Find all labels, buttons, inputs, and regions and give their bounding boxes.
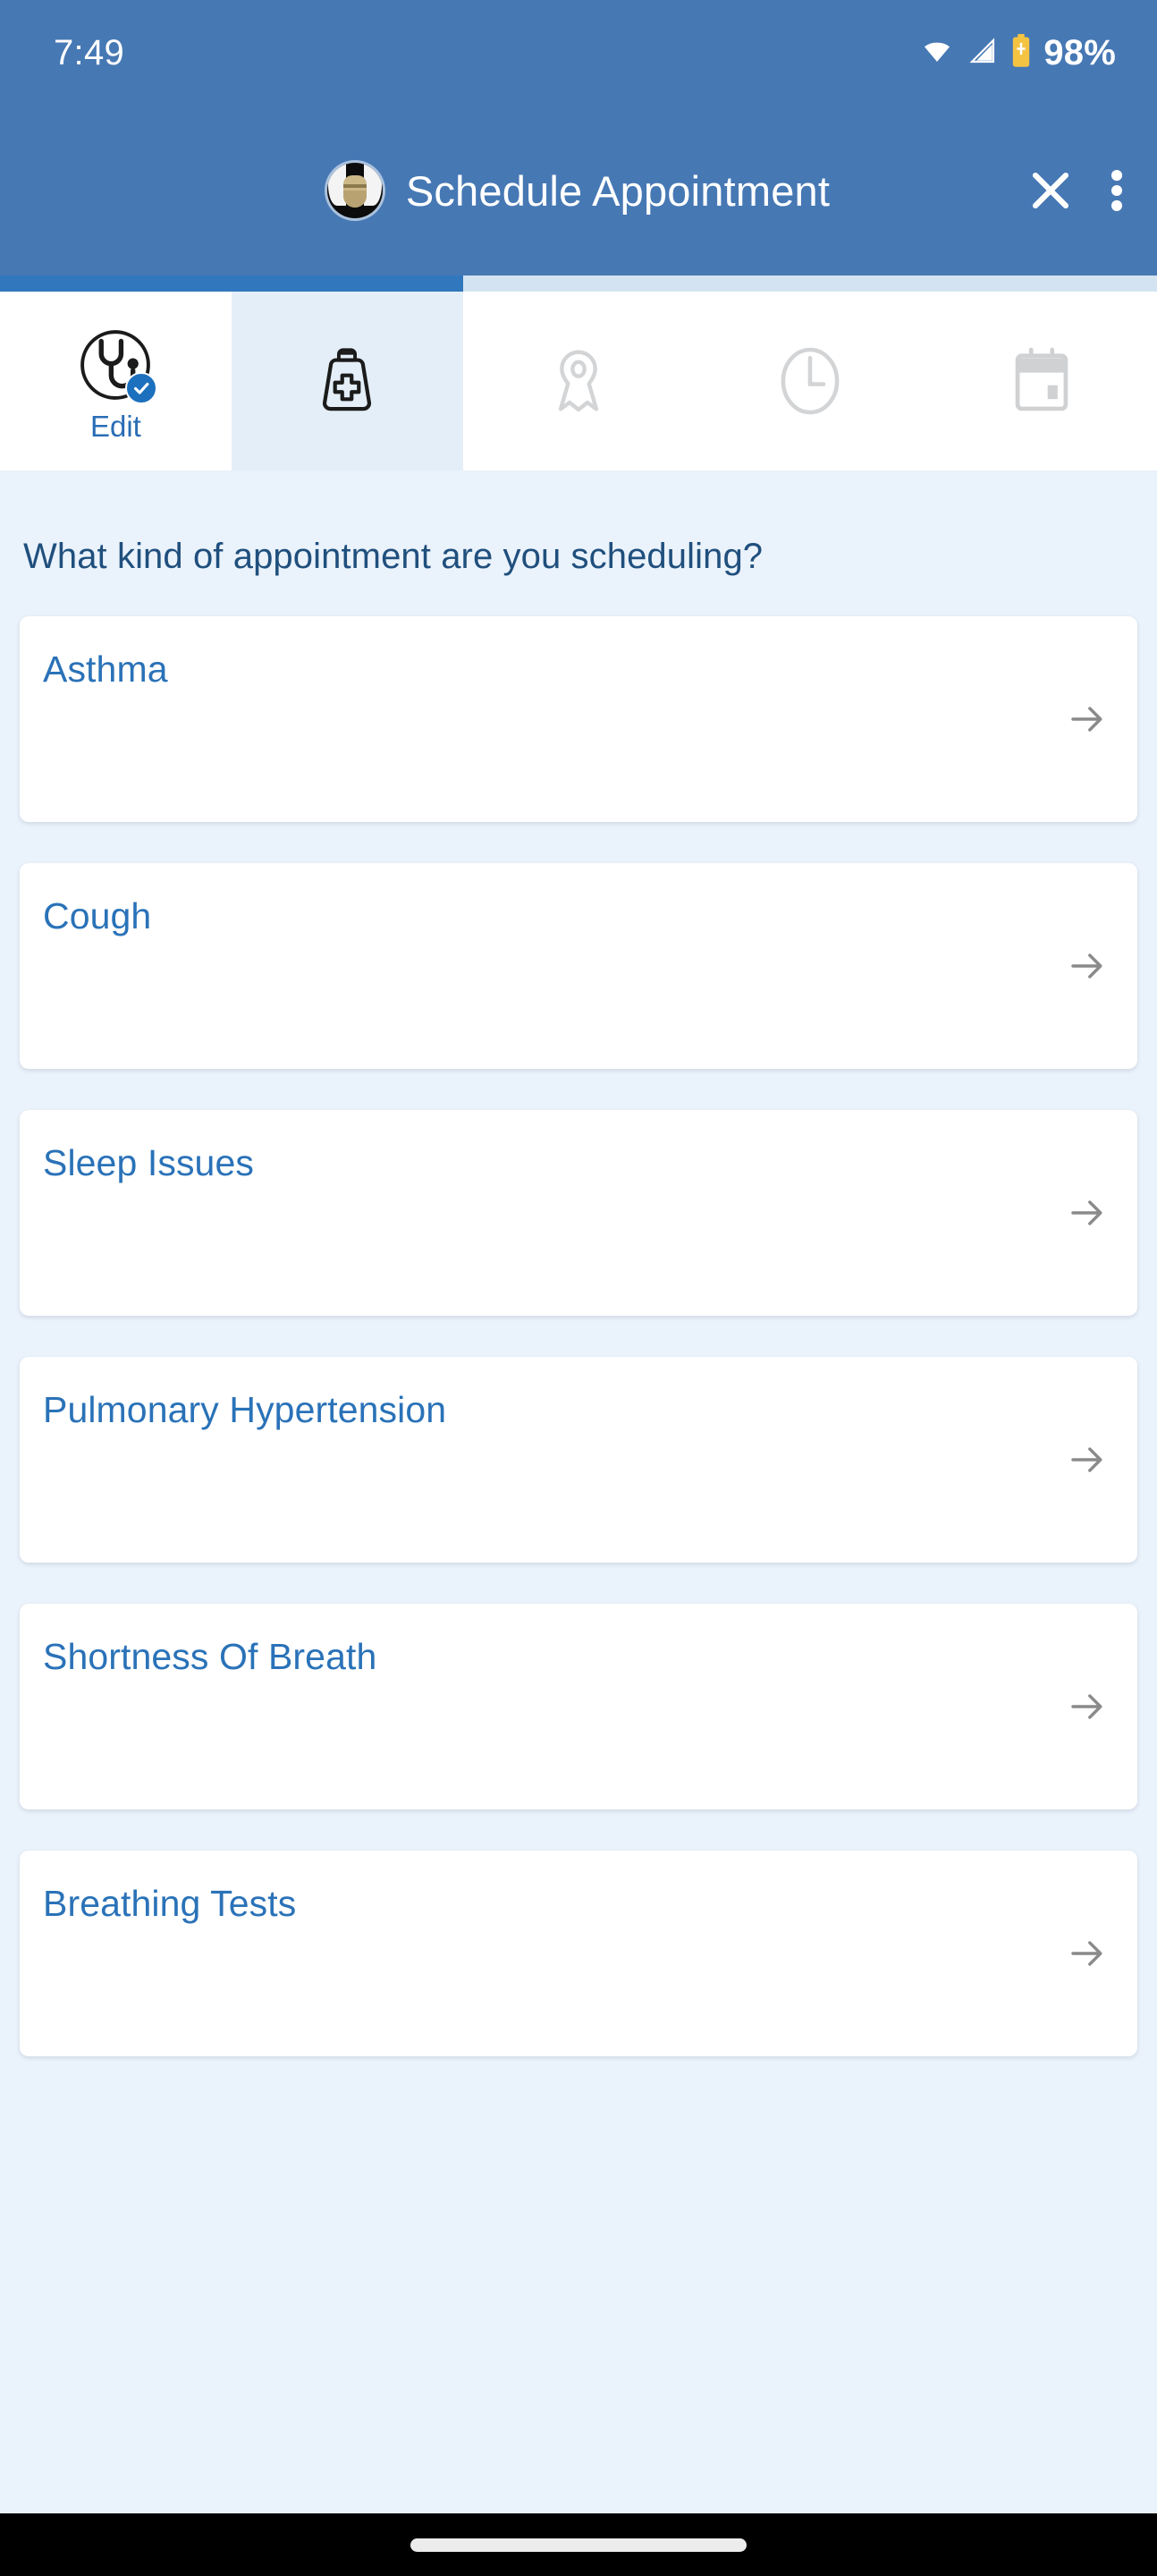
progress-bar	[0, 275, 1157, 292]
sidebar-item-location[interactable]	[462, 292, 695, 470]
home-indicator[interactable]	[410, 2538, 747, 2552]
option-label: Shortness Of Breath	[43, 1636, 377, 1677]
list-item[interactable]: Sleep Issues	[20, 1110, 1137, 1316]
question-text: What kind of appointment are you schedul…	[23, 537, 764, 576]
check-badge-icon	[125, 371, 158, 404]
step-tabs: Edit	[0, 292, 1157, 470]
option-label: Cough	[43, 895, 152, 936]
arrow-right-icon[interactable]	[1064, 696, 1111, 742]
cellular-signal-icon	[967, 37, 999, 70]
arrow-right-icon[interactable]	[1064, 1683, 1111, 1730]
arrow-right-icon[interactable]	[1064, 1190, 1111, 1236]
battery-percent: 98%	[1043, 32, 1116, 72]
list-item[interactable]: Pulmonary Hypertension	[20, 1357, 1137, 1563]
app-bar-center: Schedule Appointment	[0, 163, 1157, 218]
list-item[interactable]: Asthma	[20, 616, 1137, 822]
status-bar-icons: 98%	[919, 33, 1116, 73]
calendar-icon	[1009, 338, 1075, 424]
sidebar-item-medical-bag[interactable]	[231, 292, 463, 470]
sidebar-item-time[interactable]	[694, 292, 926, 470]
list-item[interactable]: Shortness Of Breath	[20, 1604, 1137, 1809]
status-bar-time: 7:49	[54, 32, 125, 72]
arrow-right-icon[interactable]	[1064, 1436, 1111, 1483]
option-label: Breathing Tests	[43, 1883, 297, 1924]
sidebar-item-calendar[interactable]	[925, 292, 1157, 470]
phone-screen: 7:49 98% Schedule Appointment Edit What …	[0, 0, 1157, 2576]
stethoscope-icon	[77, 322, 158, 408]
status-bar: 7:49 98%	[0, 0, 1157, 106]
progress-bar-fill	[0, 275, 463, 292]
battery-icon	[1010, 33, 1032, 72]
wifi-icon	[919, 37, 955, 70]
close-icon[interactable]	[1025, 165, 1077, 216]
location-pin-icon	[543, 338, 614, 424]
arrow-right-icon[interactable]	[1064, 943, 1111, 989]
arrow-right-icon[interactable]	[1064, 1930, 1111, 1977]
app-bar-actions	[1025, 165, 1127, 216]
page-title: Schedule Appointment	[405, 166, 831, 215]
sidebar-item-stethoscope[interactable]: Edit	[0, 292, 232, 470]
app-bar: Schedule Appointment	[0, 106, 1157, 275]
list-item[interactable]: Cough	[20, 863, 1137, 1069]
option-label: Pulmonary Hypertension	[43, 1389, 447, 1430]
sidebar-item-label: Edit	[89, 409, 141, 443]
avatar[interactable]	[326, 163, 383, 218]
option-label: Asthma	[43, 648, 168, 690]
system-nav-bar	[0, 2513, 1157, 2576]
main-content: What kind of appointment are you schedul…	[0, 470, 1157, 2206]
clock-icon	[773, 338, 848, 424]
more-options-icon[interactable]	[1107, 165, 1127, 216]
list-item[interactable]: Breathing Tests	[20, 1851, 1137, 2056]
medical-bag-icon	[316, 338, 378, 424]
option-label: Sleep Issues	[43, 1142, 254, 1183]
